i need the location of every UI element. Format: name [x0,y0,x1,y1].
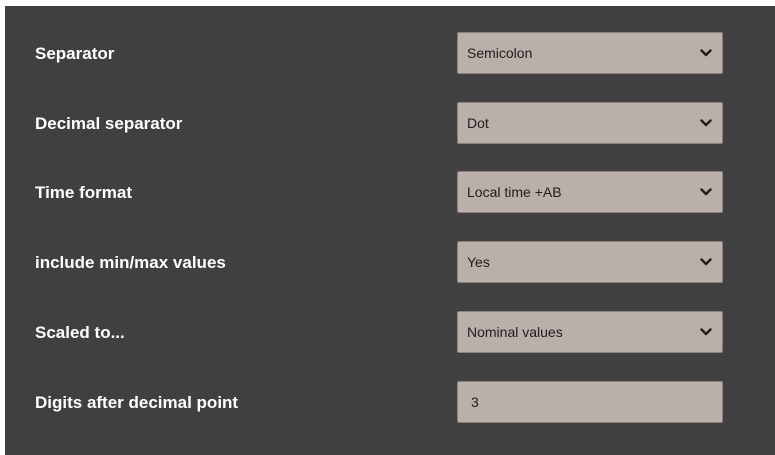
time-format-select[interactable]: Local time +AB [457,171,723,213]
export-settings-panel: Separator Semicolon Decimal separator Do… [5,6,775,455]
include-min-max-select[interactable]: Yes [457,241,723,283]
decimal-separator-label: Decimal separator [35,114,183,133]
separator-select[interactable]: Semicolon [457,32,723,74]
separator-label: Separator [35,44,115,63]
chevron-down-icon [700,119,712,127]
digits-after-decimal-input[interactable]: 3 [457,381,723,423]
chevron-down-icon [700,188,712,196]
digits-after-decimal-label: Digits after decimal point [35,393,239,412]
time-format-label: Time format [35,183,132,202]
scaled-to-label: Scaled to... [35,323,125,342]
chevron-down-icon [700,258,712,266]
digits-after-decimal-row: Digits after decimal point 3 [5,381,775,425]
decimal-separator-value: Dot [467,115,489,131]
chevron-down-icon [700,328,712,336]
scaled-to-row: Scaled to... Nominal values [5,311,775,355]
separator-value: Semicolon [467,45,533,61]
include-min-max-value: Yes [467,254,490,270]
separator-row: Separator Semicolon [5,32,775,76]
time-format-row: Time format Local time +AB [5,171,775,215]
include-min-max-label: include min/max values [35,253,226,272]
scaled-to-value: Nominal values [467,324,563,340]
scaled-to-select[interactable]: Nominal values [457,311,723,353]
time-format-value: Local time +AB [467,184,562,200]
include-min-max-row: include min/max values Yes [5,241,775,285]
chevron-down-icon [700,49,712,57]
decimal-separator-select[interactable]: Dot [457,102,723,144]
digits-after-decimal-value: 3 [471,394,479,410]
decimal-separator-row: Decimal separator Dot [5,102,775,146]
